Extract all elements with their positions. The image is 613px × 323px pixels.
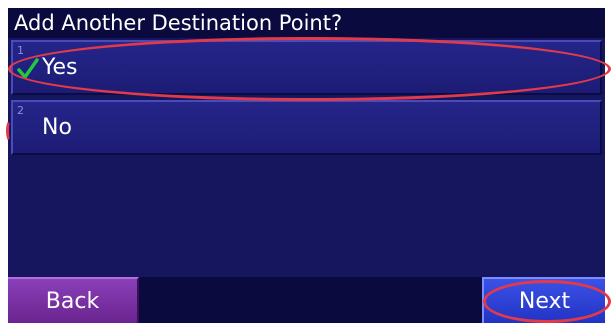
checkmark-icon [17,58,39,79]
option-label: Yes [42,55,78,80]
gps-screen: Add Another Destination Point? 1 Yes 2 N… [8,8,605,323]
bottom-bar: Back Next [8,277,605,323]
option-yes[interactable]: 1 Yes [11,40,602,95]
option-number: 2 [17,104,24,117]
page-title: Add Another Destination Point? [8,8,605,38]
option-label: No [42,115,72,140]
option-number: 1 [17,44,24,57]
back-button[interactable]: Back [8,277,139,323]
option-no[interactable]: 2 No [11,100,602,155]
next-button[interactable]: Next [482,277,605,323]
